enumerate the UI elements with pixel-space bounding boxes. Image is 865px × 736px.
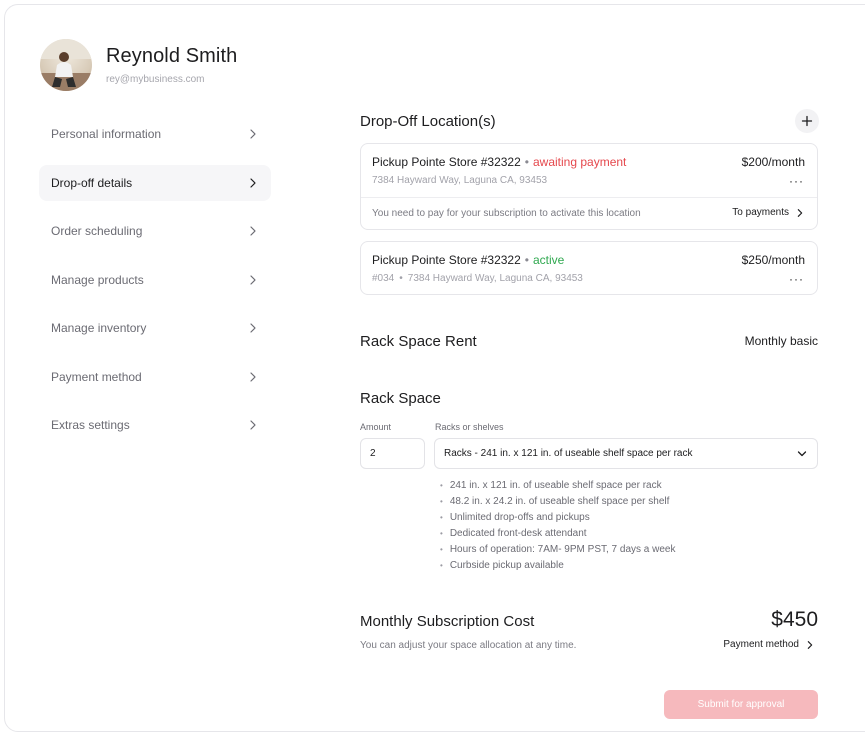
rack-type-select[interactable]: Racks - 241 in. x 121 in. of useable she…	[434, 438, 818, 469]
cost-value: $450	[771, 608, 818, 631]
amount-label: Amount	[360, 422, 392, 432]
list-item: 241 in. x 121 in. of useable shelf space…	[440, 479, 675, 495]
chevron-right-icon	[250, 177, 256, 188]
chevron-down-icon	[797, 450, 807, 456]
add-location-button[interactable]	[795, 109, 819, 133]
avatar[interactable]	[40, 39, 92, 91]
to-payments-label: To payments	[732, 207, 789, 218]
chevron-right-icon	[250, 274, 256, 285]
chevron-right-icon	[250, 420, 256, 430]
list-item: Curbside pickup available	[440, 559, 675, 575]
separator-dot: •	[399, 273, 403, 284]
sidebar-item-payment-method[interactable]: Payment method	[39, 359, 271, 395]
sidebar-item-label: Extras settings	[51, 418, 130, 432]
sidebar-nav: Personal information Drop-off details Or…	[39, 116, 271, 456]
cost-note: You can adjust your space allocation at …	[360, 640, 577, 651]
payment-method-label: Payment method	[723, 639, 799, 650]
chevron-right-icon	[250, 129, 256, 139]
status-badge: awaiting payment	[532, 155, 627, 169]
sidebar-item-label: Personal information	[51, 127, 162, 141]
rack-title: Rack Space	[360, 390, 441, 407]
cost-title: Monthly Subscription Cost	[360, 613, 535, 630]
store-name: Pickup Pointe Store #32322	[372, 155, 521, 169]
payment-notice: You need to pay for your subscription to…	[372, 208, 641, 219]
location-heading: Pickup Pointe Store #32322 • awaiting paym…	[372, 155, 626, 169]
type-label: Racks or shelves	[435, 422, 504, 432]
separator-dot: •	[524, 155, 529, 169]
payment-method-link[interactable]: Payment method	[723, 639, 815, 650]
location-card: Pickup Pointe Store #32322 • awaiting paym…	[360, 143, 818, 230]
sidebar-item-label: Drop-off details	[51, 175, 133, 190]
sidebar-item-label: Payment method	[51, 369, 142, 384]
list-item: Hours of operation: 7AM- 9PM PST, 7 days…	[440, 543, 676, 559]
sidebar-item-personal-information[interactable]: Personal information	[39, 116, 271, 152]
more-options-icon[interactable]: ···	[789, 273, 804, 285]
sidebar-item-manage-products[interactable]: Manage products	[39, 262, 271, 298]
location-card: Pickup Pointe Store #32322 • active $250/m…	[360, 241, 818, 295]
chevron-right-icon	[250, 226, 256, 236]
plan-value[interactable]: Monthly basic	[745, 334, 818, 348]
to-payments-link[interactable]: To payments	[732, 207, 805, 218]
sidebar-item-order-scheduling[interactable]: Order scheduling	[39, 213, 271, 249]
sidebar-item-manage-inventory[interactable]: Manage inventory	[39, 310, 271, 346]
profile-email: rey@mybusiness.com	[106, 74, 205, 85]
list-item: Unlimited drop-offs and pickups	[440, 511, 675, 527]
amount-input[interactable]: 2	[360, 438, 425, 469]
chevron-right-icon	[797, 208, 803, 217]
user-photo-icon	[40, 39, 92, 91]
location-price: $200/month	[741, 155, 805, 169]
plus-icon	[801, 115, 813, 127]
feature-list: 241 in. x 121 in. of useable shelf space…	[440, 479, 676, 575]
more-options-icon[interactable]: ···	[789, 175, 804, 187]
location-price: $250/month	[741, 253, 805, 267]
chevron-right-icon	[807, 640, 813, 649]
status-badge: active	[532, 253, 565, 267]
amount-value: 2	[370, 448, 376, 459]
location-code: #034	[372, 273, 395, 284]
separator-dot: •	[524, 253, 529, 267]
location-address: 7384 Hayward Way, Laguna CA, 93453	[372, 175, 548, 186]
sidebar-item-drop-off-details[interactable]: Drop-off details	[39, 164, 271, 201]
sidebar-item-label: Manage inventory	[51, 321, 147, 335]
sidebar-item-extras-settings[interactable]: Extras settings	[39, 407, 271, 443]
location-address-text: 7384 Hayward Way, Laguna CA, 93453	[407, 273, 583, 284]
profile-name: Reynold Smith	[106, 45, 238, 67]
store-name: Pickup Pointe Store #32322	[372, 253, 521, 267]
chevron-right-icon	[250, 323, 256, 333]
divider	[361, 197, 817, 198]
profile-header: Reynold Smith rey@mybusiness.com	[40, 39, 237, 91]
chevron-right-icon	[250, 371, 256, 382]
list-item: 48.2 in. x 24.2 in. of useable shelf spa…	[440, 495, 675, 511]
rack-type-value: Racks - 241 in. x 121 in. of useable she…	[444, 448, 693, 459]
sidebar-item-label: Order scheduling	[51, 224, 143, 238]
rent-title: Rack Space Rent	[360, 333, 477, 350]
sidebar-item-label: Manage products	[51, 272, 144, 287]
submit-for-approval-button[interactable]: Submit for approval	[664, 690, 818, 719]
list-item: Dedicated front-desk attendant	[440, 527, 675, 543]
location-heading: Pickup Pointe Store #32322 • active	[372, 253, 564, 267]
dropoff-title: Drop-Off Location(s)	[360, 113, 496, 130]
location-address: #034 • 7384 Hayward Way, Laguna CA, 93453	[372, 273, 583, 284]
